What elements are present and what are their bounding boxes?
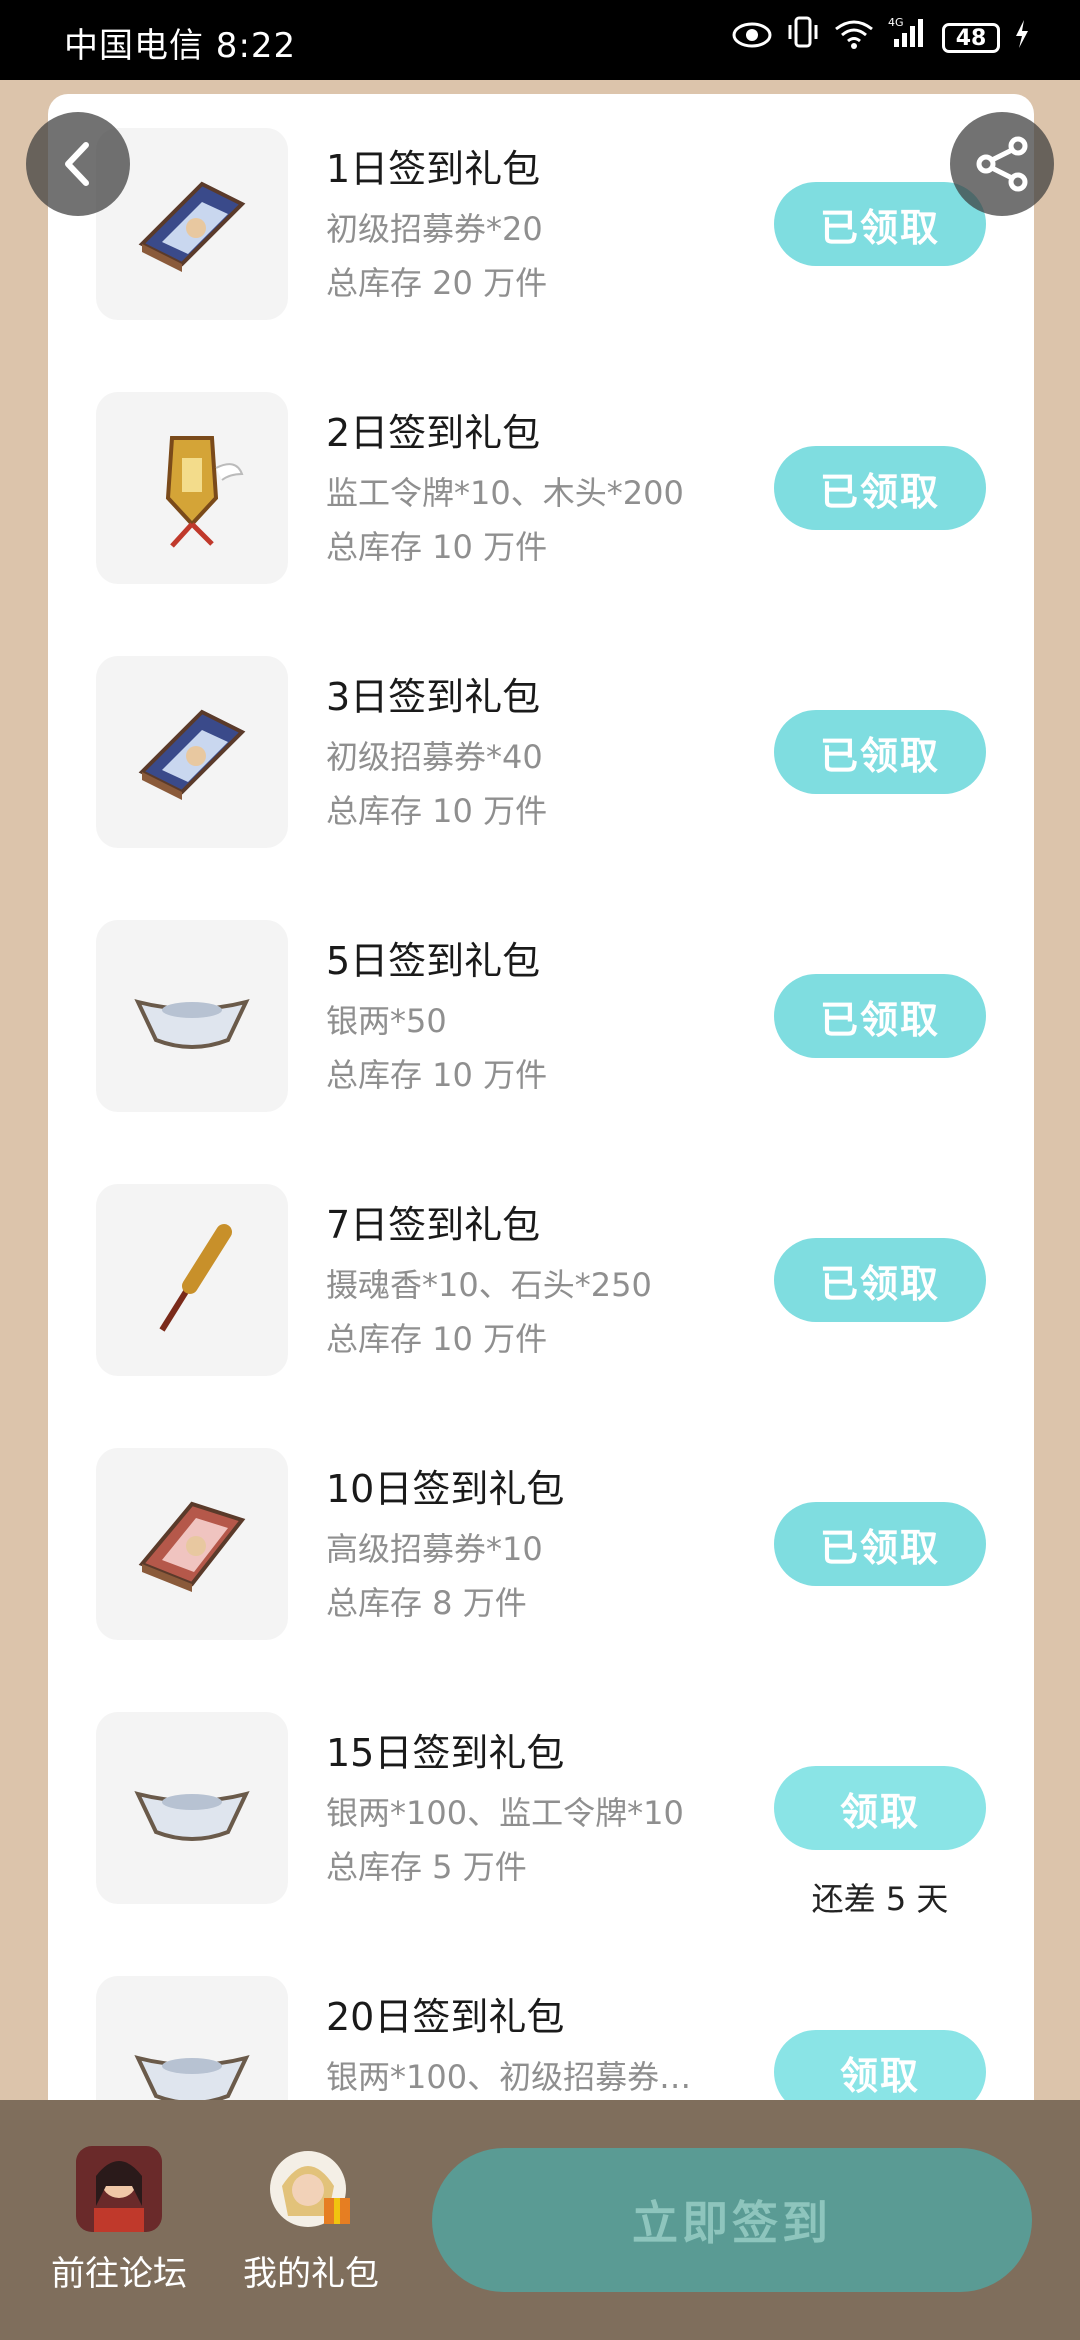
token-icon [165,436,244,548]
gift-item: 3日签到礼包 初级招募券*40 总库存 10 万件 已领取 [48,622,1034,848]
battery-icon: 48 [942,23,1000,53]
gift-desc: 初级招募券*40 [326,738,543,776]
gift-desc: 银两*100、监工令牌*10 [326,1794,684,1832]
gift-title: 3日签到礼包 [326,675,541,719]
book-icon [138,709,246,800]
status-icons: 4G 48 [732,14,1030,62]
gift-item: 1日签到礼包 初级招募券*20 总库存 20 万件 已领取 [48,94,1034,320]
wifi-icon [834,14,874,62]
share-button[interactable] [950,112,1054,216]
claimed-button[interactable]: 已领取 [774,974,986,1058]
eye-icon [732,14,772,62]
gift-desc: 监工令牌*10、木头*200 [326,474,684,512]
silver-ingot-icon [134,1790,250,1841]
gift-item: 7日签到礼包 摄魂香*10、石头*250 总库存 10 万件 已领取 [48,1150,1034,1376]
claimed-button[interactable]: 已领取 [774,710,986,794]
gift-item: 10日签到礼包 高级招募券*10 总库存 8 万件 已领取 [48,1414,1034,1640]
gift-stock: 总库存 10 万件 [326,1320,548,1358]
gift-stock: 总库存 10 万件 [326,792,548,830]
bottom-bar: 前往论坛 我的礼包 立即签到 [0,2100,1080,2340]
gift-stock: 总库存 10 万件 [326,1056,548,1094]
claimed-button[interactable]: 已领取 [774,446,986,530]
gift-title: 20日签到礼包 [326,1995,565,2039]
carrier-time: 中国电信 8:22 [64,26,297,66]
my-gifts-button[interactable]: 我的礼包 [216,2146,406,2295]
gift-title: 7日签到礼包 [326,1203,541,1247]
gift-desc: 银两*100、初级招募券… [326,2058,692,2096]
silver-ingot-icon [134,998,250,1049]
back-button[interactable] [26,112,130,216]
forum-label: 前往论坛 [51,2254,187,2294]
claimed-button[interactable]: 已领取 [774,182,986,266]
gift-title: 1日签到礼包 [326,147,541,191]
gift-stock: 总库存 20 万件 [326,264,548,302]
gift-title: 10日签到礼包 [326,1467,565,1511]
gift-stock: 总库存 5 万件 [326,1848,527,1886]
gift-stock: 总库存 10 万件 [326,528,548,566]
gift-thumbnail [96,1448,288,1640]
gift-desc: 高级招募券*10 [326,1530,543,1568]
gift-title: 5日签到礼包 [326,939,541,983]
book-icon [138,181,246,272]
incense-icon [159,1224,232,1332]
gift-stock: 总库存 8 万件 [326,1584,527,1622]
gift-thumbnail [96,656,288,848]
charging-icon [1014,14,1030,62]
claim-button[interactable]: 领取 [774,1766,986,1850]
back-arrow-icon [65,142,89,186]
claimed-button[interactable]: 已领取 [774,1502,986,1586]
gift-item: 15日签到礼包 银两*100、监工令牌*10 总库存 5 万件 领取 还差 5 … [48,1678,1034,1918]
sign-in-button[interactable]: 立即签到 [432,2148,1032,2292]
gift-thumbnail [96,1184,288,1376]
forum-button[interactable]: 前往论坛 [24,2146,214,2295]
gift-list-card: 1日签到礼包 初级招募券*20 总库存 20 万件 已领取 2日签到礼包 监工令… [48,94,1034,2194]
gift-title: 15日签到礼包 [326,1731,565,1775]
gift-thumbnail [96,392,288,584]
status-bar: 中国电信 8:22 4G 48 [0,0,1080,80]
network-type: 4G [888,16,904,29]
my-gifts-label: 我的礼包 [243,2254,379,2294]
gift-thumbnail [96,1712,288,1904]
gift-desc: 初级招募券*20 [326,210,543,248]
gift-desc: 摄魂香*10、石头*250 [326,1266,652,1304]
game-avatar-icon [76,2146,162,2232]
gift-item: 2日签到礼包 监工令牌*10、木头*200 总库存 10 万件 已领取 [48,358,1034,584]
red-book-icon [138,1501,246,1592]
claimed-button[interactable]: 已领取 [774,1238,986,1322]
gift-item: 5日签到礼包 银两*50 总库存 10 万件 已领取 [48,886,1034,1112]
gift-title: 2日签到礼包 [326,411,541,455]
share-icon [976,136,1028,192]
days-remaining: 还差 5 天 [811,1880,949,1918]
gift-desc: 银两*50 [326,1002,447,1040]
signal-icon: 4G [888,14,928,62]
gift-avatar-icon [268,2146,354,2232]
vibrate-icon [786,14,820,62]
gift-thumbnail [96,920,288,1112]
